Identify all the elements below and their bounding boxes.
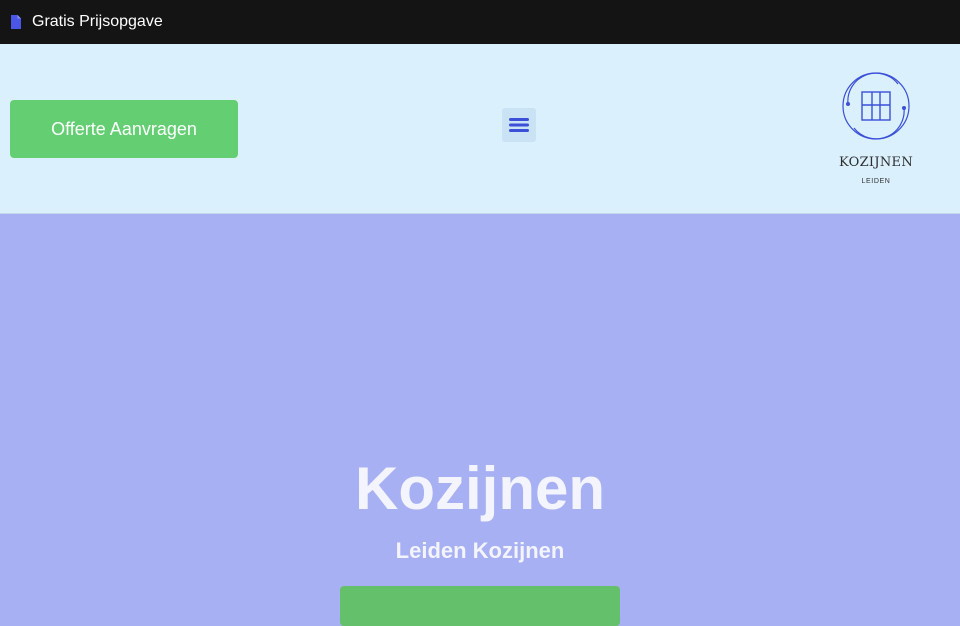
site-logo[interactable]: KOZIJNEN LEIDEN bbox=[828, 70, 924, 194]
logo-name: KOZIJNEN bbox=[838, 155, 914, 170]
hero-subtitle: Leiden Kozijnen bbox=[395, 538, 565, 563]
hero-cta-button[interactable] bbox=[340, 586, 620, 626]
menu-toggle-button[interactable] bbox=[502, 108, 536, 142]
top-bar-link[interactable]: Gratis Prijsopgave bbox=[32, 13, 163, 31]
hero-title: Kozijnen bbox=[355, 455, 605, 522]
request-quote-button[interactable]: Offerte Aanvragen bbox=[10, 100, 238, 158]
file-icon bbox=[10, 15, 22, 29]
site-header: Offerte Aanvragen KOZIJNEN LEIDEN bbox=[0, 44, 960, 214]
hamburger-menu-icon bbox=[509, 117, 529, 133]
logo-subtitle: LEIDEN bbox=[861, 178, 891, 185]
hero-section: Kozijnen Leiden Kozijnen bbox=[0, 214, 960, 626]
top-bar: Gratis Prijsopgave bbox=[0, 0, 960, 44]
window-logo-icon bbox=[838, 70, 914, 146]
